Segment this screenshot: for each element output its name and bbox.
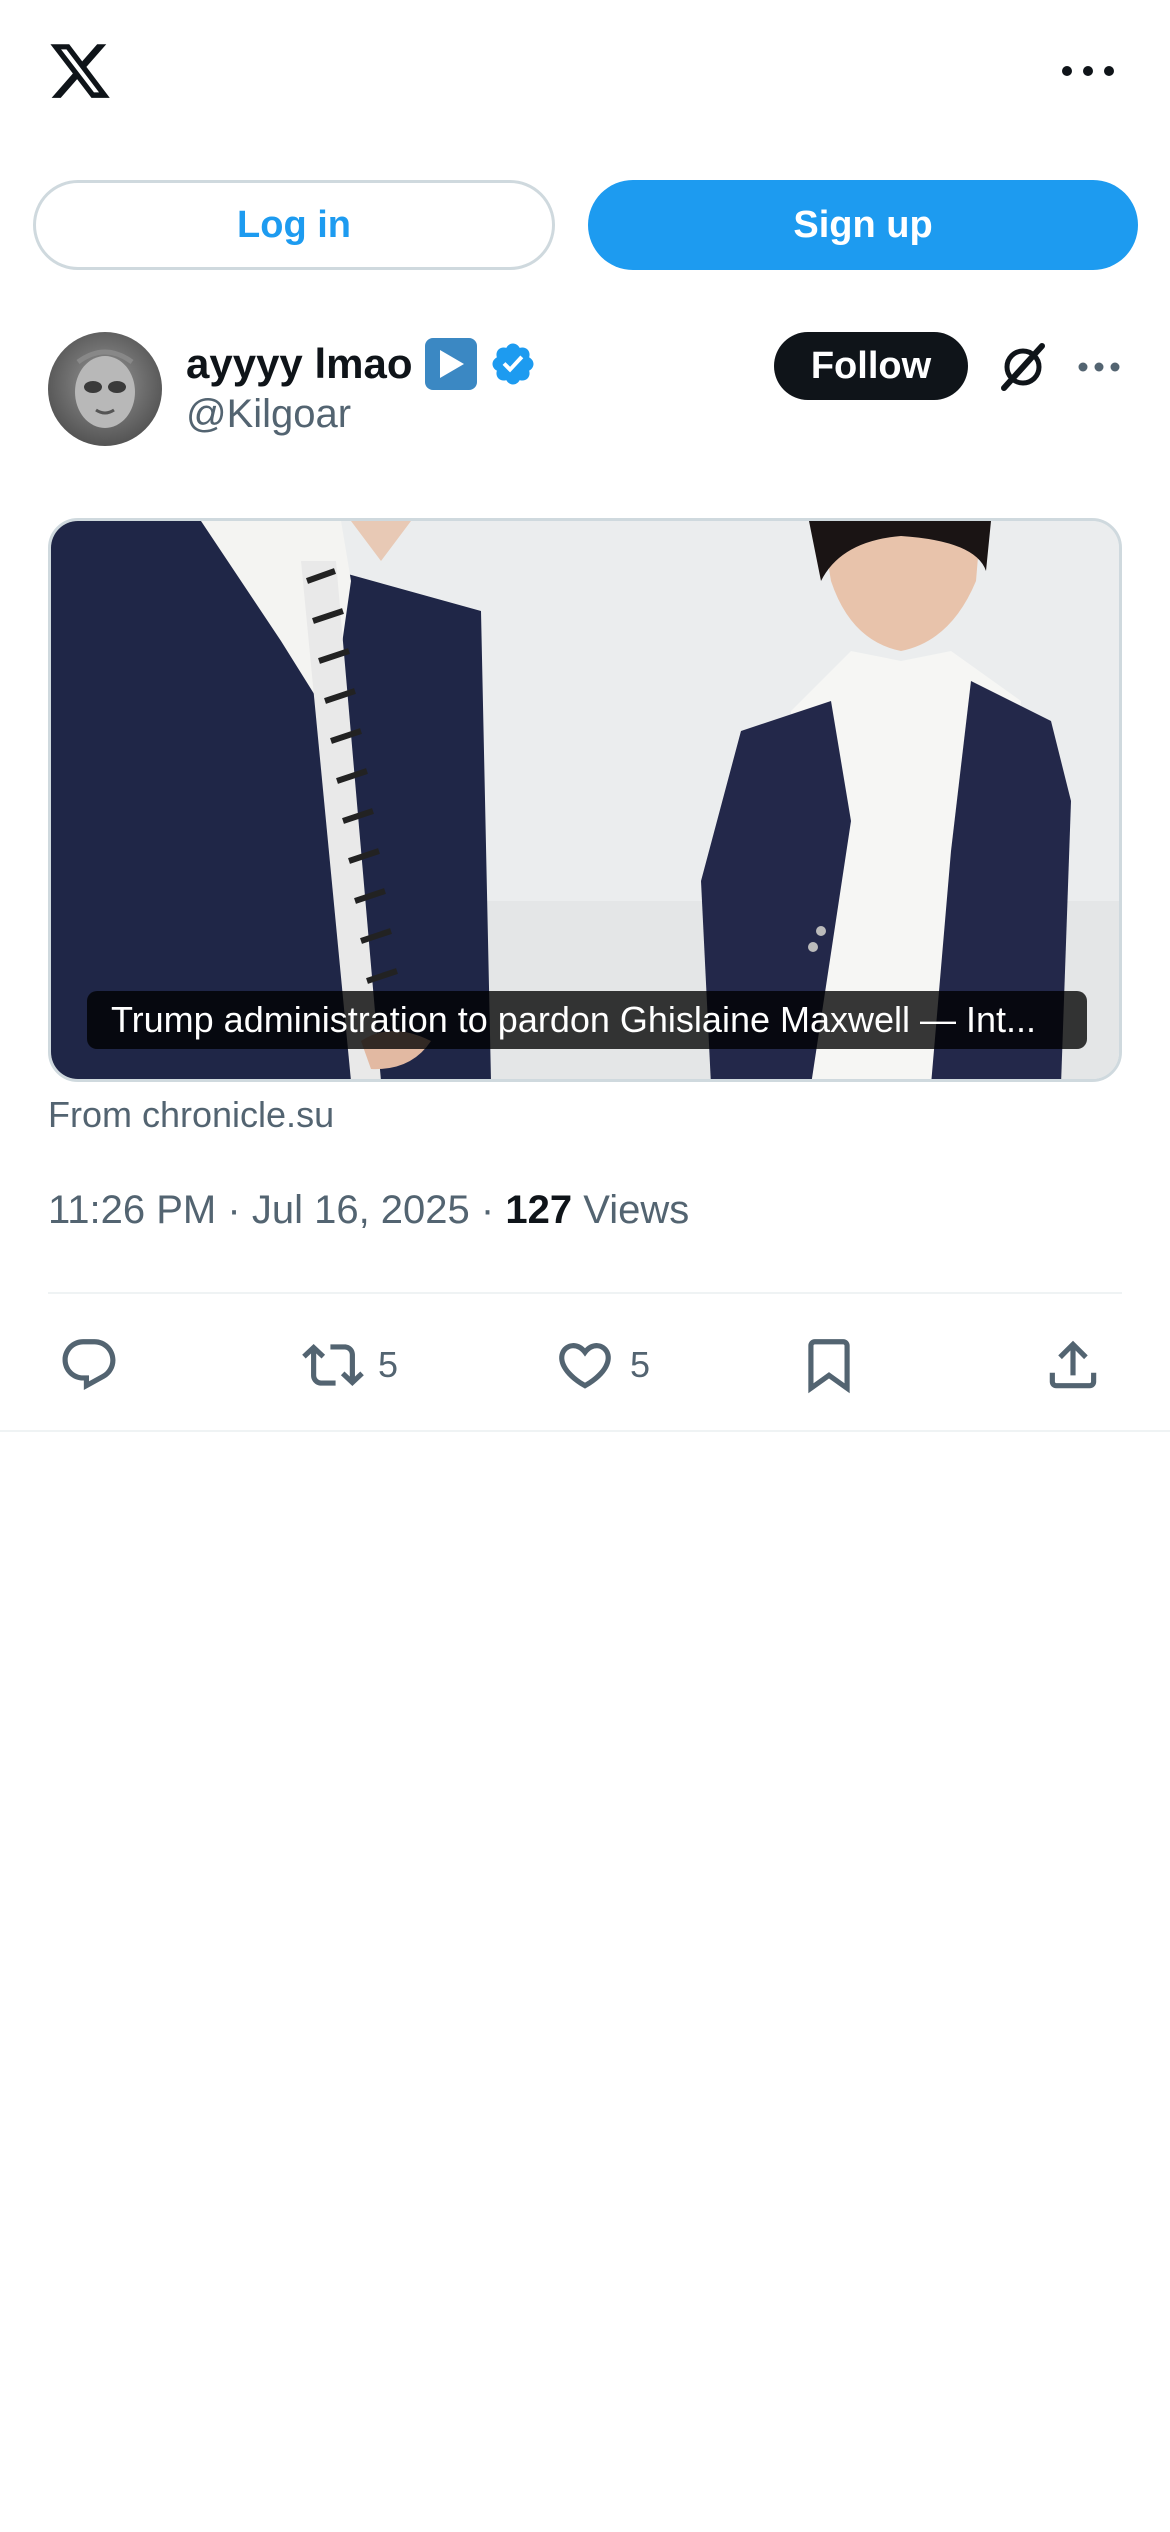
play-button-emoji-icon [424, 338, 477, 390]
retweet-icon [302, 1344, 364, 1386]
tweet-author: ayyyy lmao @Kilgoar Follow [48, 332, 1128, 452]
like-count: 5 [630, 1344, 651, 1385]
signup-button[interactable]: Sign up [588, 180, 1138, 270]
card-source[interactable]: From chronicle.su [48, 1094, 334, 1136]
divider [48, 1292, 1122, 1294]
share-icon [1049, 1340, 1097, 1389]
reply-button[interactable] [58, 1330, 134, 1400]
tweet-actions: 5 5 [48, 1330, 1122, 1400]
link-card[interactable]: Trump administration to pardon Ghislaine… [48, 518, 1122, 1082]
avatar[interactable] [48, 332, 162, 446]
display-name[interactable]: ayyyy lmao [186, 340, 413, 388]
tweet-meta: 11:26 PM · Jul 16, 2025 · 127 Views [48, 1188, 689, 1233]
divider [0, 1430, 1170, 1432]
user-handle[interactable]: @Kilgoar [186, 392, 351, 437]
bookmark-icon [808, 1339, 850, 1394]
views-label: Views [583, 1188, 690, 1232]
grok-icon[interactable] [996, 340, 1050, 394]
like-button[interactable]: 5 [554, 1330, 650, 1400]
retweet-button[interactable]: 5 [302, 1330, 398, 1400]
tweet-time[interactable]: 11:26 PM [48, 1188, 216, 1232]
heart-icon [559, 1343, 611, 1389]
share-button[interactable] [1042, 1330, 1104, 1400]
bookmark-button[interactable] [798, 1330, 860, 1400]
login-button[interactable]: Log in [33, 180, 555, 270]
reply-icon [62, 1339, 116, 1391]
display-name-row: ayyyy lmao [186, 334, 537, 394]
meta-separator: · [227, 1188, 241, 1232]
auth-buttons: Log in Sign up [33, 180, 1138, 270]
views-count: 127 [505, 1188, 573, 1232]
tweet-date[interactable]: Jul 16, 2025 [252, 1188, 470, 1232]
verified-badge-icon[interactable] [489, 340, 537, 388]
follow-button[interactable]: Follow [774, 332, 968, 400]
card-title: Trump administration to pardon Ghislaine… [87, 991, 1087, 1049]
retweet-count: 5 [378, 1344, 399, 1385]
more-horizontal-icon[interactable] [1076, 352, 1122, 382]
x-logo-icon[interactable] [46, 38, 114, 104]
avatar-image [75, 349, 135, 428]
top-bar [0, 0, 1170, 150]
more-horizontal-icon[interactable] [1058, 56, 1118, 86]
meta-separator: · [480, 1188, 495, 1232]
